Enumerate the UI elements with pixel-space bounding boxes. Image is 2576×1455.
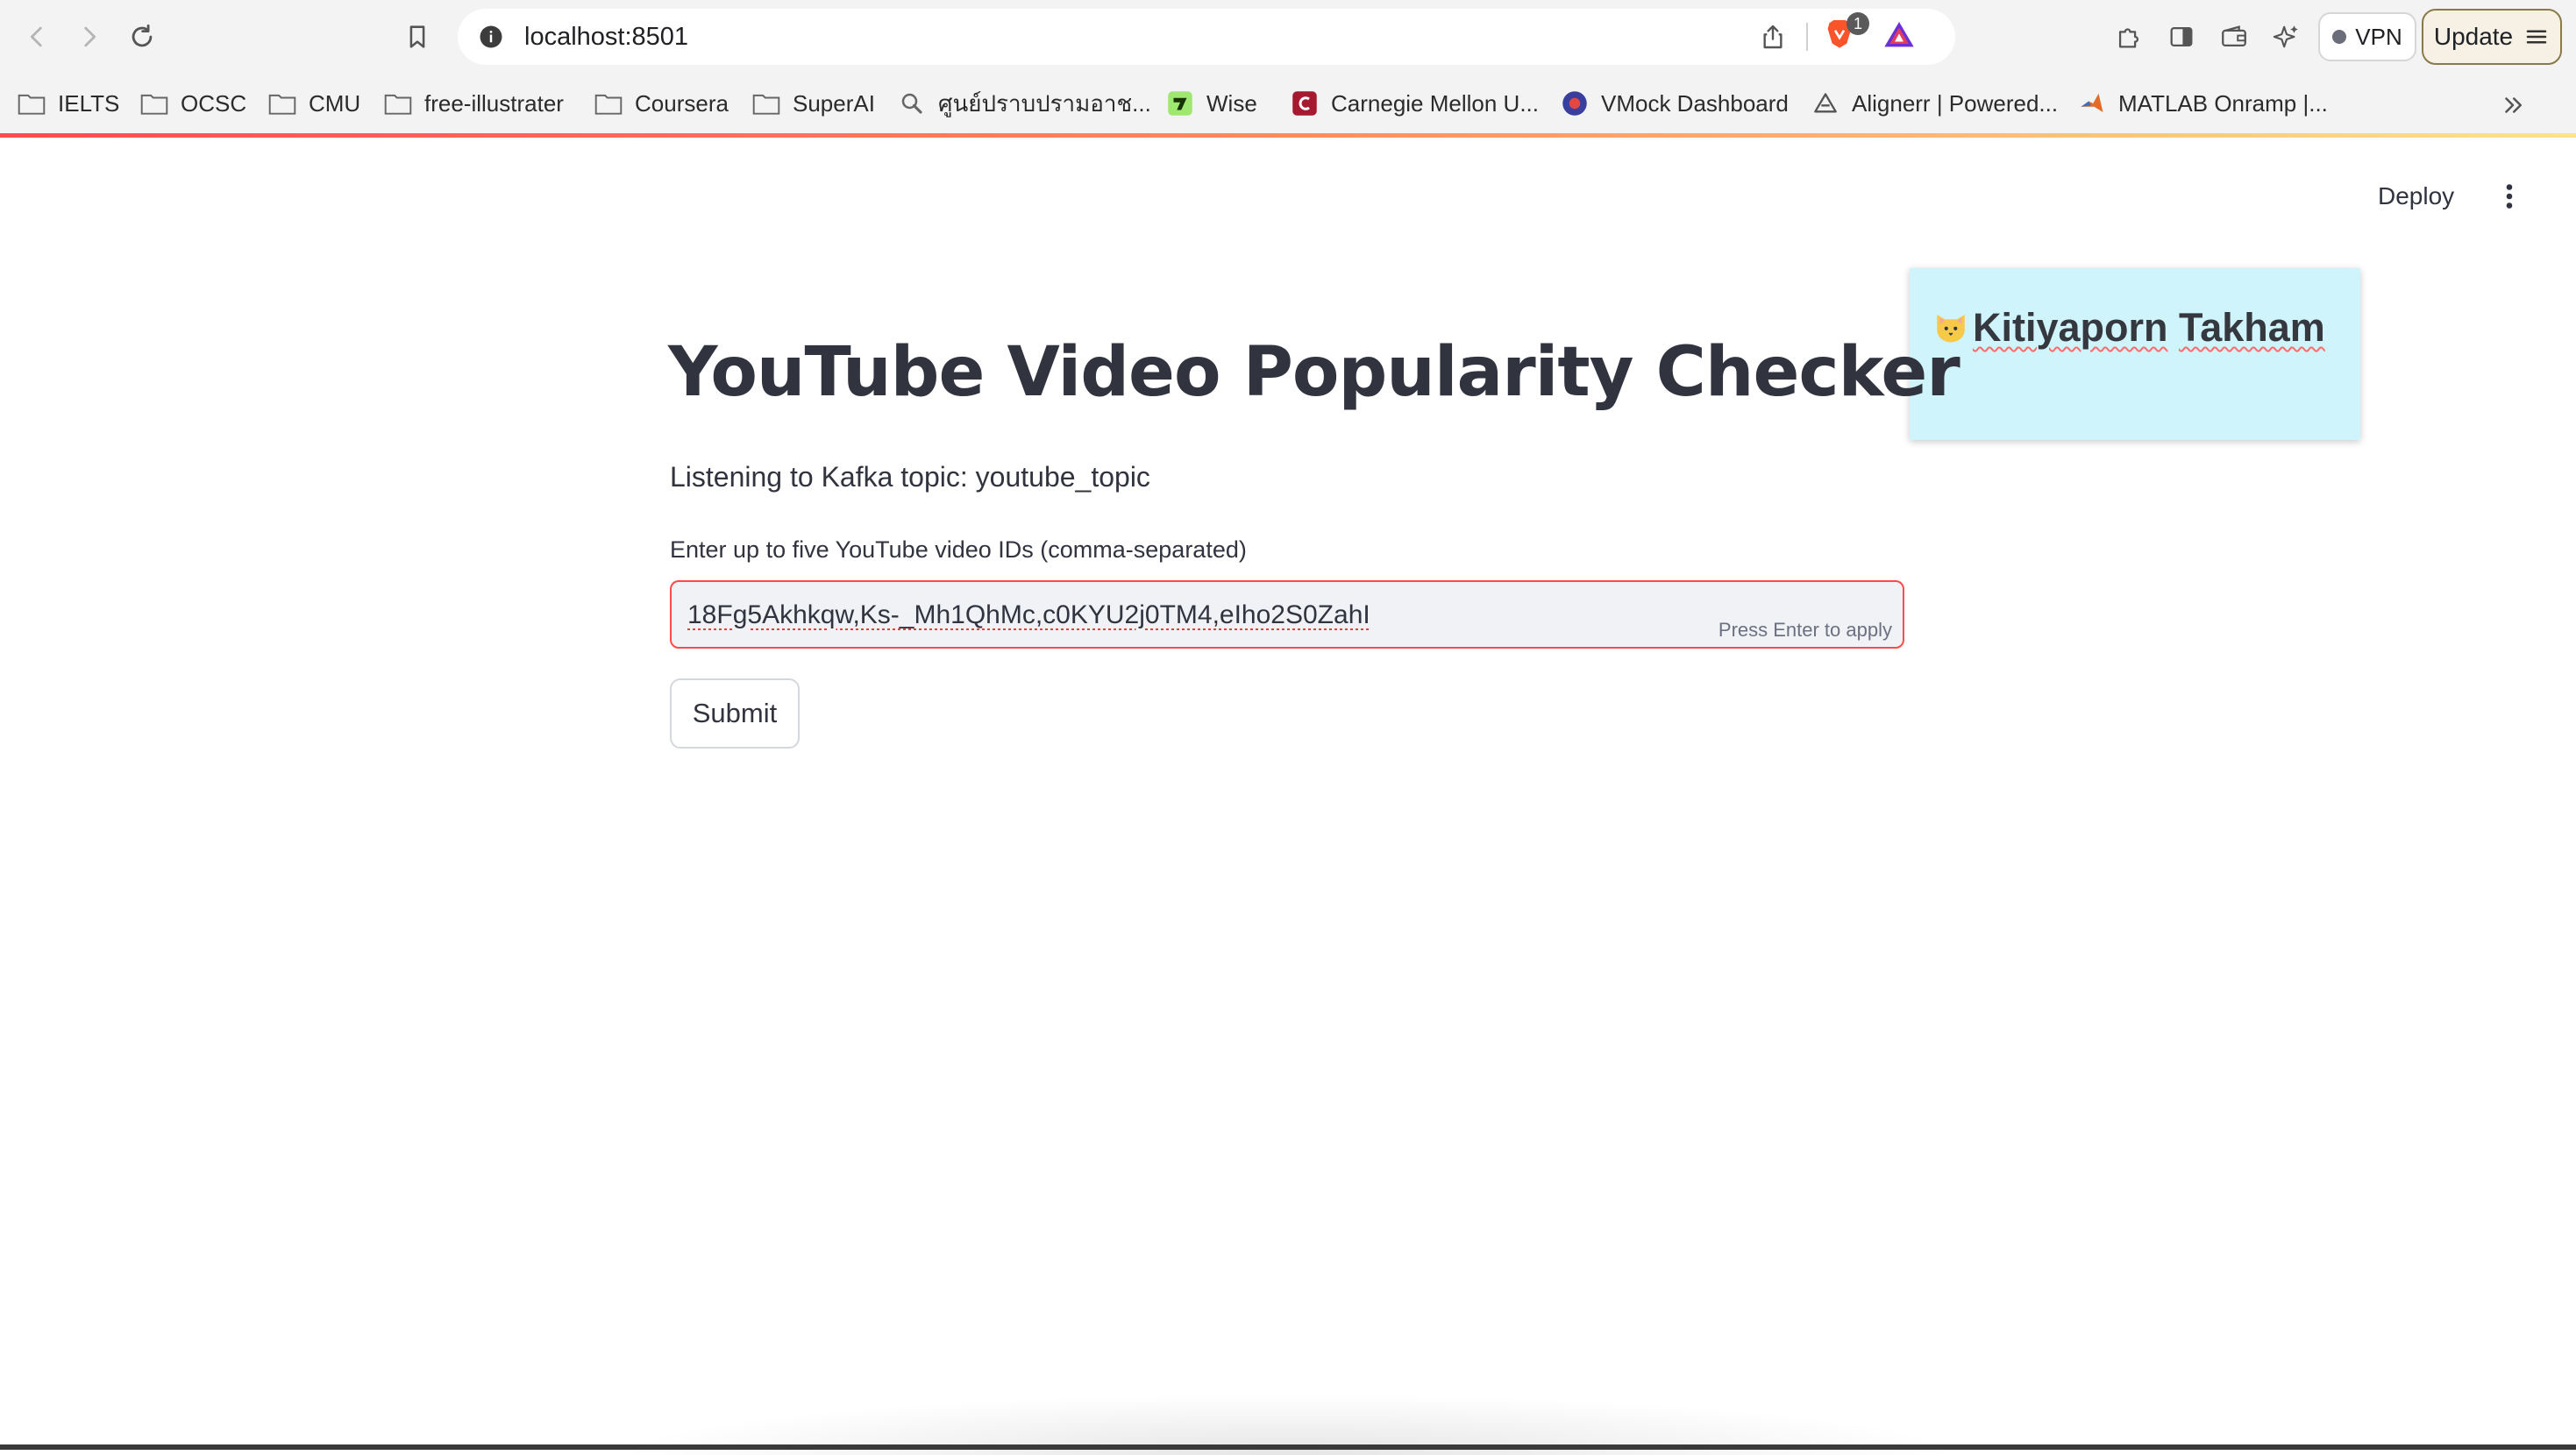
bookmark-thai-agency[interactable]: ศูนย์ปราบปรามอาช... — [898, 86, 1151, 121]
bookmark-label: IELTS — [58, 89, 120, 117]
address-bar[interactable]: localhost:8501 1 — [458, 9, 1955, 65]
bookmark-wise[interactable]: Wise — [1166, 86, 1257, 121]
sparkle-icon — [2273, 25, 2298, 48]
double-chevron-right-icon — [2505, 97, 2522, 113]
reload-icon — [132, 24, 153, 47]
vpn-status-dot — [2332, 30, 2347, 44]
url-divider — [1806, 23, 1808, 51]
author-name: Kitiyaporn Takham — [1973, 305, 2325, 351]
folder-icon — [268, 91, 296, 116]
matlab-icon — [2078, 91, 2106, 116]
arrow-left-icon — [30, 26, 42, 47]
share-icon[interactable] — [1755, 19, 1790, 54]
page-title: YouTube Video Popularity Checker — [668, 333, 1960, 412]
browser-toolbar: localhost:8501 1 VPN Update — [0, 0, 2576, 74]
bookmark-label: Carnegie Mellon U... — [1331, 89, 1539, 117]
submit-button[interactable]: Submit — [670, 678, 800, 749]
extensions-button[interactable] — [2108, 16, 2150, 58]
arrow-right-icon — [84, 26, 96, 47]
wallet-button[interactable] — [2213, 16, 2255, 58]
bookmarks-bar: IELTS OCSC CMU free-illustrater Coursera… — [0, 74, 2576, 133]
bookmark-label: Wise — [1206, 89, 1257, 117]
sidebar-toggle-button[interactable] — [2160, 16, 2202, 58]
video-ids-label: Enter up to five YouTube video IDs (comm… — [670, 536, 1247, 563]
wise-icon — [1166, 91, 1194, 116]
vertical-dots-icon — [2506, 184, 2513, 209]
bookmark-label: CMU — [309, 89, 361, 117]
folder-icon — [384, 91, 412, 116]
bookmark-label: OCSC — [181, 89, 247, 117]
rewards-triangle-icon — [1884, 22, 1914, 47]
bookmark-ielts[interactable]: IELTS — [18, 86, 119, 121]
bookmark-label: MATLAB Onramp |... — [2118, 89, 2328, 117]
folder-icon — [18, 91, 46, 116]
bookmark-button[interactable] — [396, 16, 438, 58]
update-button[interactable]: Update — [2422, 9, 2562, 65]
bookmark-cmu[interactable]: CMU — [268, 86, 360, 121]
forward-button[interactable] — [68, 16, 110, 58]
bookmark-label: ศูนย์ปราบปรามอาช... — [938, 89, 1151, 117]
brave-shields-button[interactable]: 1 — [1822, 12, 1869, 58]
bookmark-label: free-illustrater — [424, 89, 564, 117]
bookmark-label: SuperAI — [793, 89, 875, 117]
bookmark-icon — [409, 25, 425, 48]
press-enter-hint: Press Enter to apply — [1718, 619, 1892, 641]
app-decoration-line — [0, 133, 2576, 138]
wallet-icon — [2222, 25, 2246, 47]
site-info-icon[interactable] — [475, 21, 507, 53]
back-button[interactable] — [16, 16, 58, 58]
author-card: Kitiyaporn Takham — [1910, 268, 2360, 440]
bookmark-alignerr[interactable]: Alignerr | Powered... — [1811, 86, 2058, 121]
folder-icon — [140, 91, 168, 116]
bookmarks-overflow-button[interactable] — [2495, 89, 2530, 121]
bookmark-superai[interactable]: SuperAI — [752, 86, 875, 121]
update-label: Update — [2433, 23, 2514, 50]
magnifier-icon — [898, 91, 926, 116]
vpn-label: VPN — [2355, 23, 2402, 50]
bookmark-coursera[interactable]: Coursera — [594, 86, 729, 121]
video-ids-input[interactable] — [686, 591, 1650, 640]
author-last-name: Takham — [2179, 305, 2325, 350]
main-menu-button[interactable] — [2490, 175, 2529, 217]
folder-icon — [594, 91, 623, 116]
bookmark-label: Alignerr | Powered... — [1852, 89, 2059, 117]
shield-count-badge: 1 — [1847, 12, 1869, 35]
vmock-icon — [1561, 91, 1589, 116]
deploy-button[interactable]: Deploy — [2367, 175, 2465, 217]
reload-button[interactable] — [121, 16, 163, 58]
leo-ai-button[interactable] — [2266, 16, 2308, 58]
alignerr-icon — [1811, 91, 1839, 116]
hamburger-menu-icon — [2526, 30, 2547, 44]
cmu-icon — [1291, 91, 1319, 116]
bookmark-label: VMock Dashboard — [1601, 89, 1789, 117]
url-text[interactable]: localhost:8501 — [524, 23, 688, 52]
bookmark-carnegie-mellon[interactable]: Carnegie Mellon U... — [1291, 86, 1539, 121]
bookmark-ocsc[interactable]: OCSC — [140, 86, 246, 121]
bookmark-free-illustrater[interactable]: free-illustrater — [384, 86, 564, 121]
kafka-topic-text: Listening to Kafka topic: youtube_topic — [670, 461, 1150, 493]
vpn-button[interactable]: VPN — [2318, 12, 2416, 61]
brave-rewards-button[interactable] — [1882, 18, 1920, 56]
bookmark-vmock[interactable]: VMock Dashboard — [1561, 86, 1789, 121]
bookmark-matlab[interactable]: MATLAB Onramp |... — [2078, 86, 2328, 121]
folder-icon — [752, 91, 780, 116]
window-bottom-edge — [0, 1444, 2576, 1450]
sidebar-icon — [2170, 26, 2193, 47]
author-first-name: Kitiyaporn — [1973, 305, 2168, 350]
video-ids-field[interactable]: Press Enter to apply — [670, 580, 1904, 649]
bookmark-label: Coursera — [635, 89, 729, 117]
puzzle-icon — [2118, 28, 2138, 48]
